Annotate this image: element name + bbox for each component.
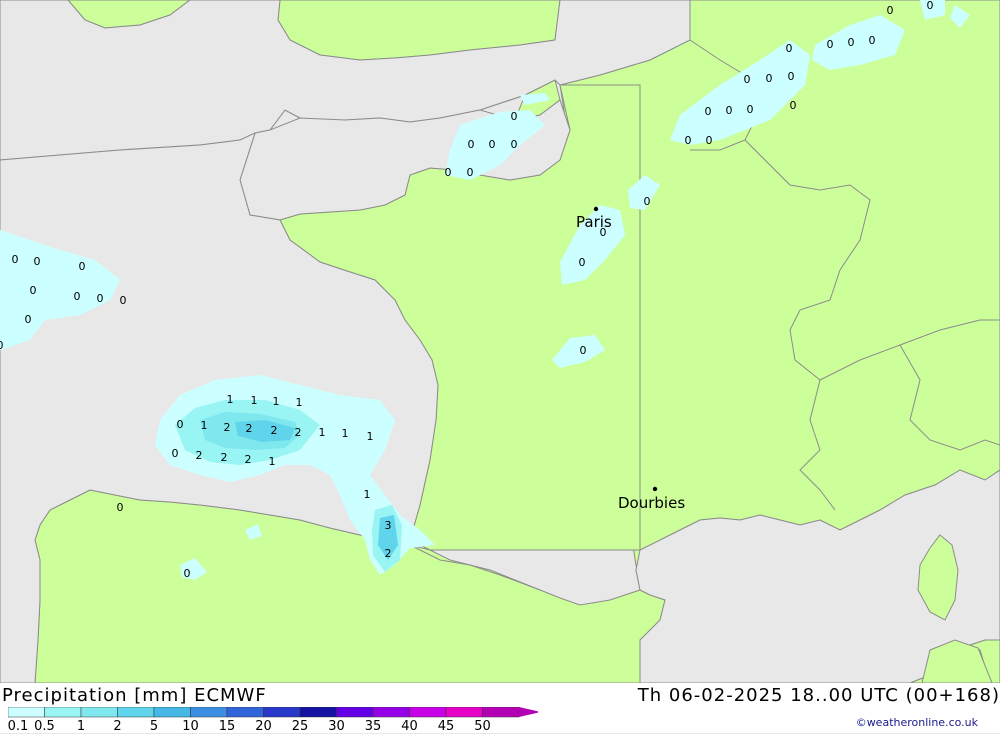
precip-value-label: 2	[246, 422, 253, 435]
city-label-dourbies: Dourbies	[618, 494, 685, 512]
precip-value-label: 1	[296, 396, 303, 409]
city-dot-paris	[593, 206, 599, 212]
scale-arrow-icon	[519, 707, 538, 717]
precip-value-label: 0	[25, 313, 32, 326]
precip-value-label: 1	[201, 419, 208, 432]
map-timestamp: Th 06-02-2025 18..00 UTC (00+168)	[637, 685, 1000, 706]
scale-swatch	[445, 707, 483, 718]
credit-link[interactable]: ©weatheronline.co.uk	[856, 716, 978, 729]
precip-value-label: 0	[706, 134, 713, 147]
precipitation-map: 0 0 0 0 0 0 0 0 0 0 0 0 0 0 0 0 0 0 0 0 0 0 0 0 0 0 0 0 0 0 0 0 0 0 0 0 1 1 1 1…	[0, 0, 1000, 683]
precip-value-label: 0	[74, 290, 81, 303]
precip-value-label: 2	[196, 449, 203, 462]
precip-value-label: 0	[827, 38, 834, 51]
scale-swatch	[44, 707, 82, 718]
precip-value-label: 1	[342, 427, 349, 440]
precip-value-label: 2	[221, 451, 228, 464]
precip-value-label: 0	[685, 134, 692, 147]
scale-swatch	[117, 707, 155, 718]
precip-value-label: 1	[227, 393, 234, 406]
scale-swatch	[190, 707, 228, 718]
map-footer: Precipitation [mm] ECMWF Th 06-02-2025 1…	[0, 683, 1000, 734]
scale-swatch	[409, 707, 447, 718]
precip-value-label: 0	[887, 4, 894, 17]
precip-value-label: 1	[269, 455, 276, 468]
precip-value-label: 0	[747, 103, 754, 116]
precip-value-label: 0	[120, 294, 127, 307]
precip-value-label: 2	[245, 453, 252, 466]
precip-value-label: 1	[364, 488, 371, 501]
precip-value-label: 3	[385, 519, 392, 532]
precip-value-label: 0	[848, 36, 855, 49]
precip-value-label: 0	[117, 501, 124, 514]
precip-value-label: 0	[644, 195, 651, 208]
precip-value-label: 2	[295, 426, 302, 439]
precip-value-label: 0	[468, 138, 475, 151]
precip-value-label: 0	[726, 104, 733, 117]
precip-value-label: 0	[580, 344, 587, 357]
precip-value-label: 0	[511, 110, 518, 123]
precip-value-label: 0	[97, 292, 104, 305]
precip-value-label: 0	[790, 99, 797, 112]
precip-value-label: 2	[224, 421, 231, 434]
precip-value-label: 1	[319, 426, 326, 439]
city-dot-dourbies	[652, 486, 658, 492]
scale-label: 45	[437, 719, 455, 734]
scale-label: 0.5	[34, 719, 55, 734]
precip-value-label: 0	[788, 70, 795, 83]
precip-value-label: 0	[579, 256, 586, 269]
precip-value-label: 2	[271, 424, 278, 437]
precip-value-label: 0	[511, 138, 518, 151]
scale-label: 10	[182, 719, 199, 734]
scale-swatch	[482, 707, 520, 718]
scale-label: 2	[113, 719, 122, 734]
precip-value-label: 0	[184, 567, 191, 580]
precip-value-label: 0	[927, 0, 934, 12]
scale-label: 20	[255, 719, 272, 734]
scale-swatch	[336, 707, 374, 718]
scale-swatch	[372, 707, 410, 718]
precip-value-label: 0	[445, 166, 452, 179]
scale-label: 0.1	[7, 719, 29, 734]
scale-label: 35	[364, 719, 382, 734]
scale-label: 1	[76, 719, 86, 734]
scale-label: 40	[401, 719, 418, 734]
scale-label: 50	[474, 719, 491, 734]
color-scale	[8, 707, 538, 718]
scale-swatch	[8, 707, 45, 718]
precip-value-label: 0	[172, 447, 179, 460]
precip-value-label: 1	[367, 430, 374, 443]
precip-value-label: 0	[12, 253, 19, 266]
precip-value-label: 1	[273, 395, 280, 408]
precip-value-label: 0	[79, 260, 86, 273]
scale-swatch	[80, 707, 118, 718]
precip-value-label: 0	[467, 166, 474, 179]
scale-swatch	[263, 707, 301, 718]
city-label-paris: Paris	[576, 213, 612, 231]
precip-value-label: 0	[177, 418, 184, 431]
scale-label: 15	[218, 719, 236, 734]
precip-value-label: 0	[705, 105, 712, 118]
precip-value-label: 0	[786, 42, 793, 55]
precip-value-label: 0	[30, 284, 37, 297]
precip-value-label: 0	[869, 34, 876, 47]
map-title: Precipitation [mm] ECMWF	[2, 685, 267, 706]
scale-swatch	[299, 707, 337, 718]
scale-label: 5	[149, 719, 159, 734]
scale-label: 30	[328, 719, 345, 734]
precip-value-label: 0	[489, 138, 496, 151]
precip-value-label: 0	[34, 255, 41, 268]
precip-value-label: 1	[251, 394, 258, 407]
scale-label: 25	[291, 719, 309, 734]
precip-value-label: 0	[0, 339, 4, 352]
precip-value-label: 0	[744, 73, 751, 86]
scale-swatch	[226, 707, 264, 718]
precip-value-label: 0	[766, 72, 773, 85]
precip-value-label: 2	[385, 547, 392, 560]
scale-swatch	[153, 707, 191, 718]
